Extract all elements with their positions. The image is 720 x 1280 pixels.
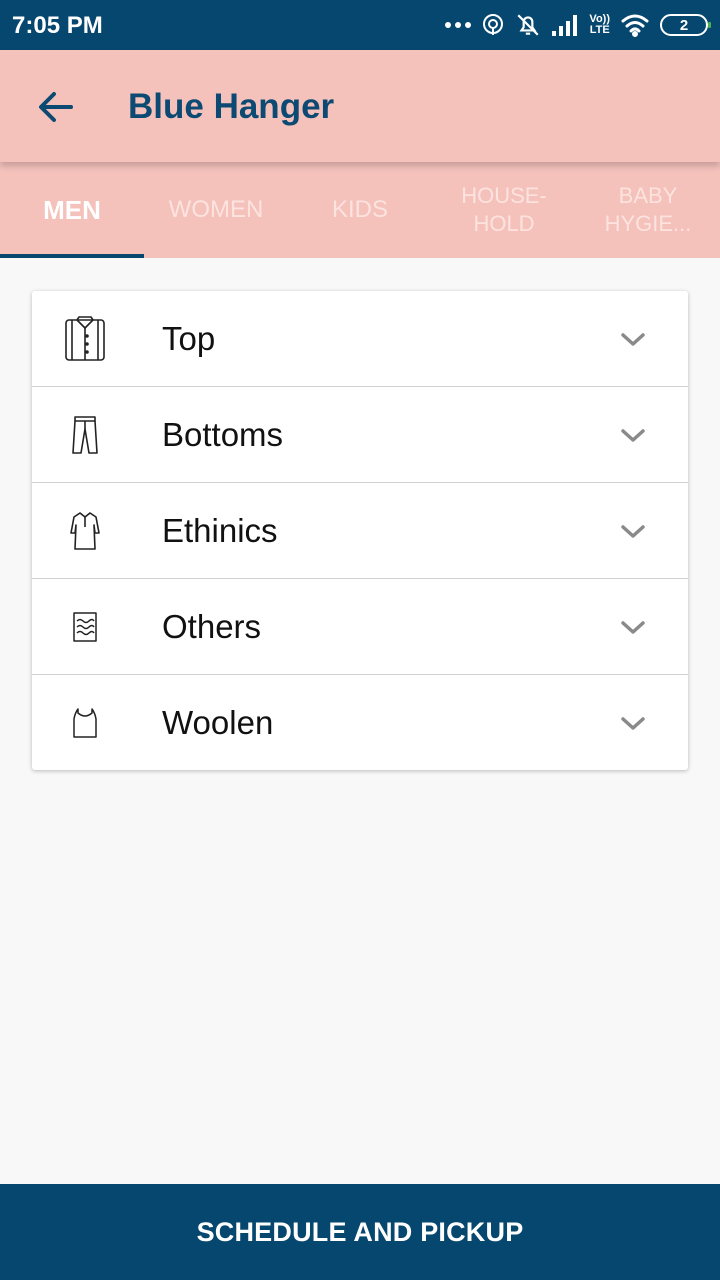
wifi-icon — [621, 14, 649, 37]
category-label: Top — [162, 319, 216, 357]
tab-baby-hygiene[interactable]: BABY HYGIE... — [576, 162, 720, 258]
chevron-down-icon — [618, 325, 648, 355]
category-row-others[interactable]: Others — [32, 579, 688, 675]
category-label: Bottoms — [162, 415, 284, 453]
towel-icon — [32, 579, 138, 675]
alarm-off-icon — [517, 14, 539, 36]
chevron-down-icon — [618, 421, 648, 451]
kurta-icon — [32, 483, 138, 579]
chevron-down-icon — [618, 517, 648, 547]
schedule-and-pickup-button[interactable]: SCHEDULE AND PICKUP — [0, 1184, 720, 1280]
tab-baby-hygiene-label: BABY HYGIE... — [604, 183, 692, 236]
trousers-icon — [32, 387, 138, 483]
chevron-down-icon — [618, 613, 648, 643]
category-row-woolen[interactable]: Woolen — [32, 675, 688, 770]
category-row-top[interactable]: Top — [32, 291, 688, 387]
more-notifications-icon — [445, 22, 472, 28]
chevron-down-icon — [618, 709, 648, 739]
category-label: Others — [162, 607, 262, 645]
app-bar: Blue Hanger — [0, 50, 720, 162]
tab-men[interactable]: MEN — [0, 162, 144, 258]
category-row-ethinics[interactable]: Ethinics — [32, 483, 688, 579]
status-bar: 7:05 PM Vo)) LTE 2 — [0, 0, 720, 50]
tab-household-label: HOUSE- HOLD — [461, 183, 547, 236]
category-tabs: MEN WOMEN KIDS HOUSE- HOLD BABY HYGIE... — [0, 162, 720, 258]
shirt-icon — [32, 291, 138, 387]
tab-kids[interactable]: KIDS — [288, 162, 432, 258]
category-list: Top Bottoms Ethinics Others Woolen — [32, 291, 688, 770]
battery-icon: 2 — [660, 14, 711, 36]
category-label: Woolen — [162, 703, 274, 741]
vest-icon — [32, 675, 138, 771]
status-time: 7:05 PM — [12, 12, 103, 39]
volte-indicator: Vo)) LTE — [589, 13, 610, 36]
tab-household[interactable]: HOUSE- HOLD — [432, 162, 576, 258]
category-label: Ethinics — [162, 511, 278, 549]
arrow-left-icon — [39, 92, 73, 122]
signal-icon — [552, 15, 578, 36]
status-icons: Vo)) LTE 2 — [445, 10, 711, 40]
tab-women[interactable]: WOMEN — [144, 162, 288, 258]
hotspot-icon — [483, 14, 504, 35]
back-button[interactable] — [30, 84, 82, 130]
category-row-bottoms[interactable]: Bottoms — [32, 387, 688, 483]
app-title: Blue Hanger — [128, 87, 335, 126]
